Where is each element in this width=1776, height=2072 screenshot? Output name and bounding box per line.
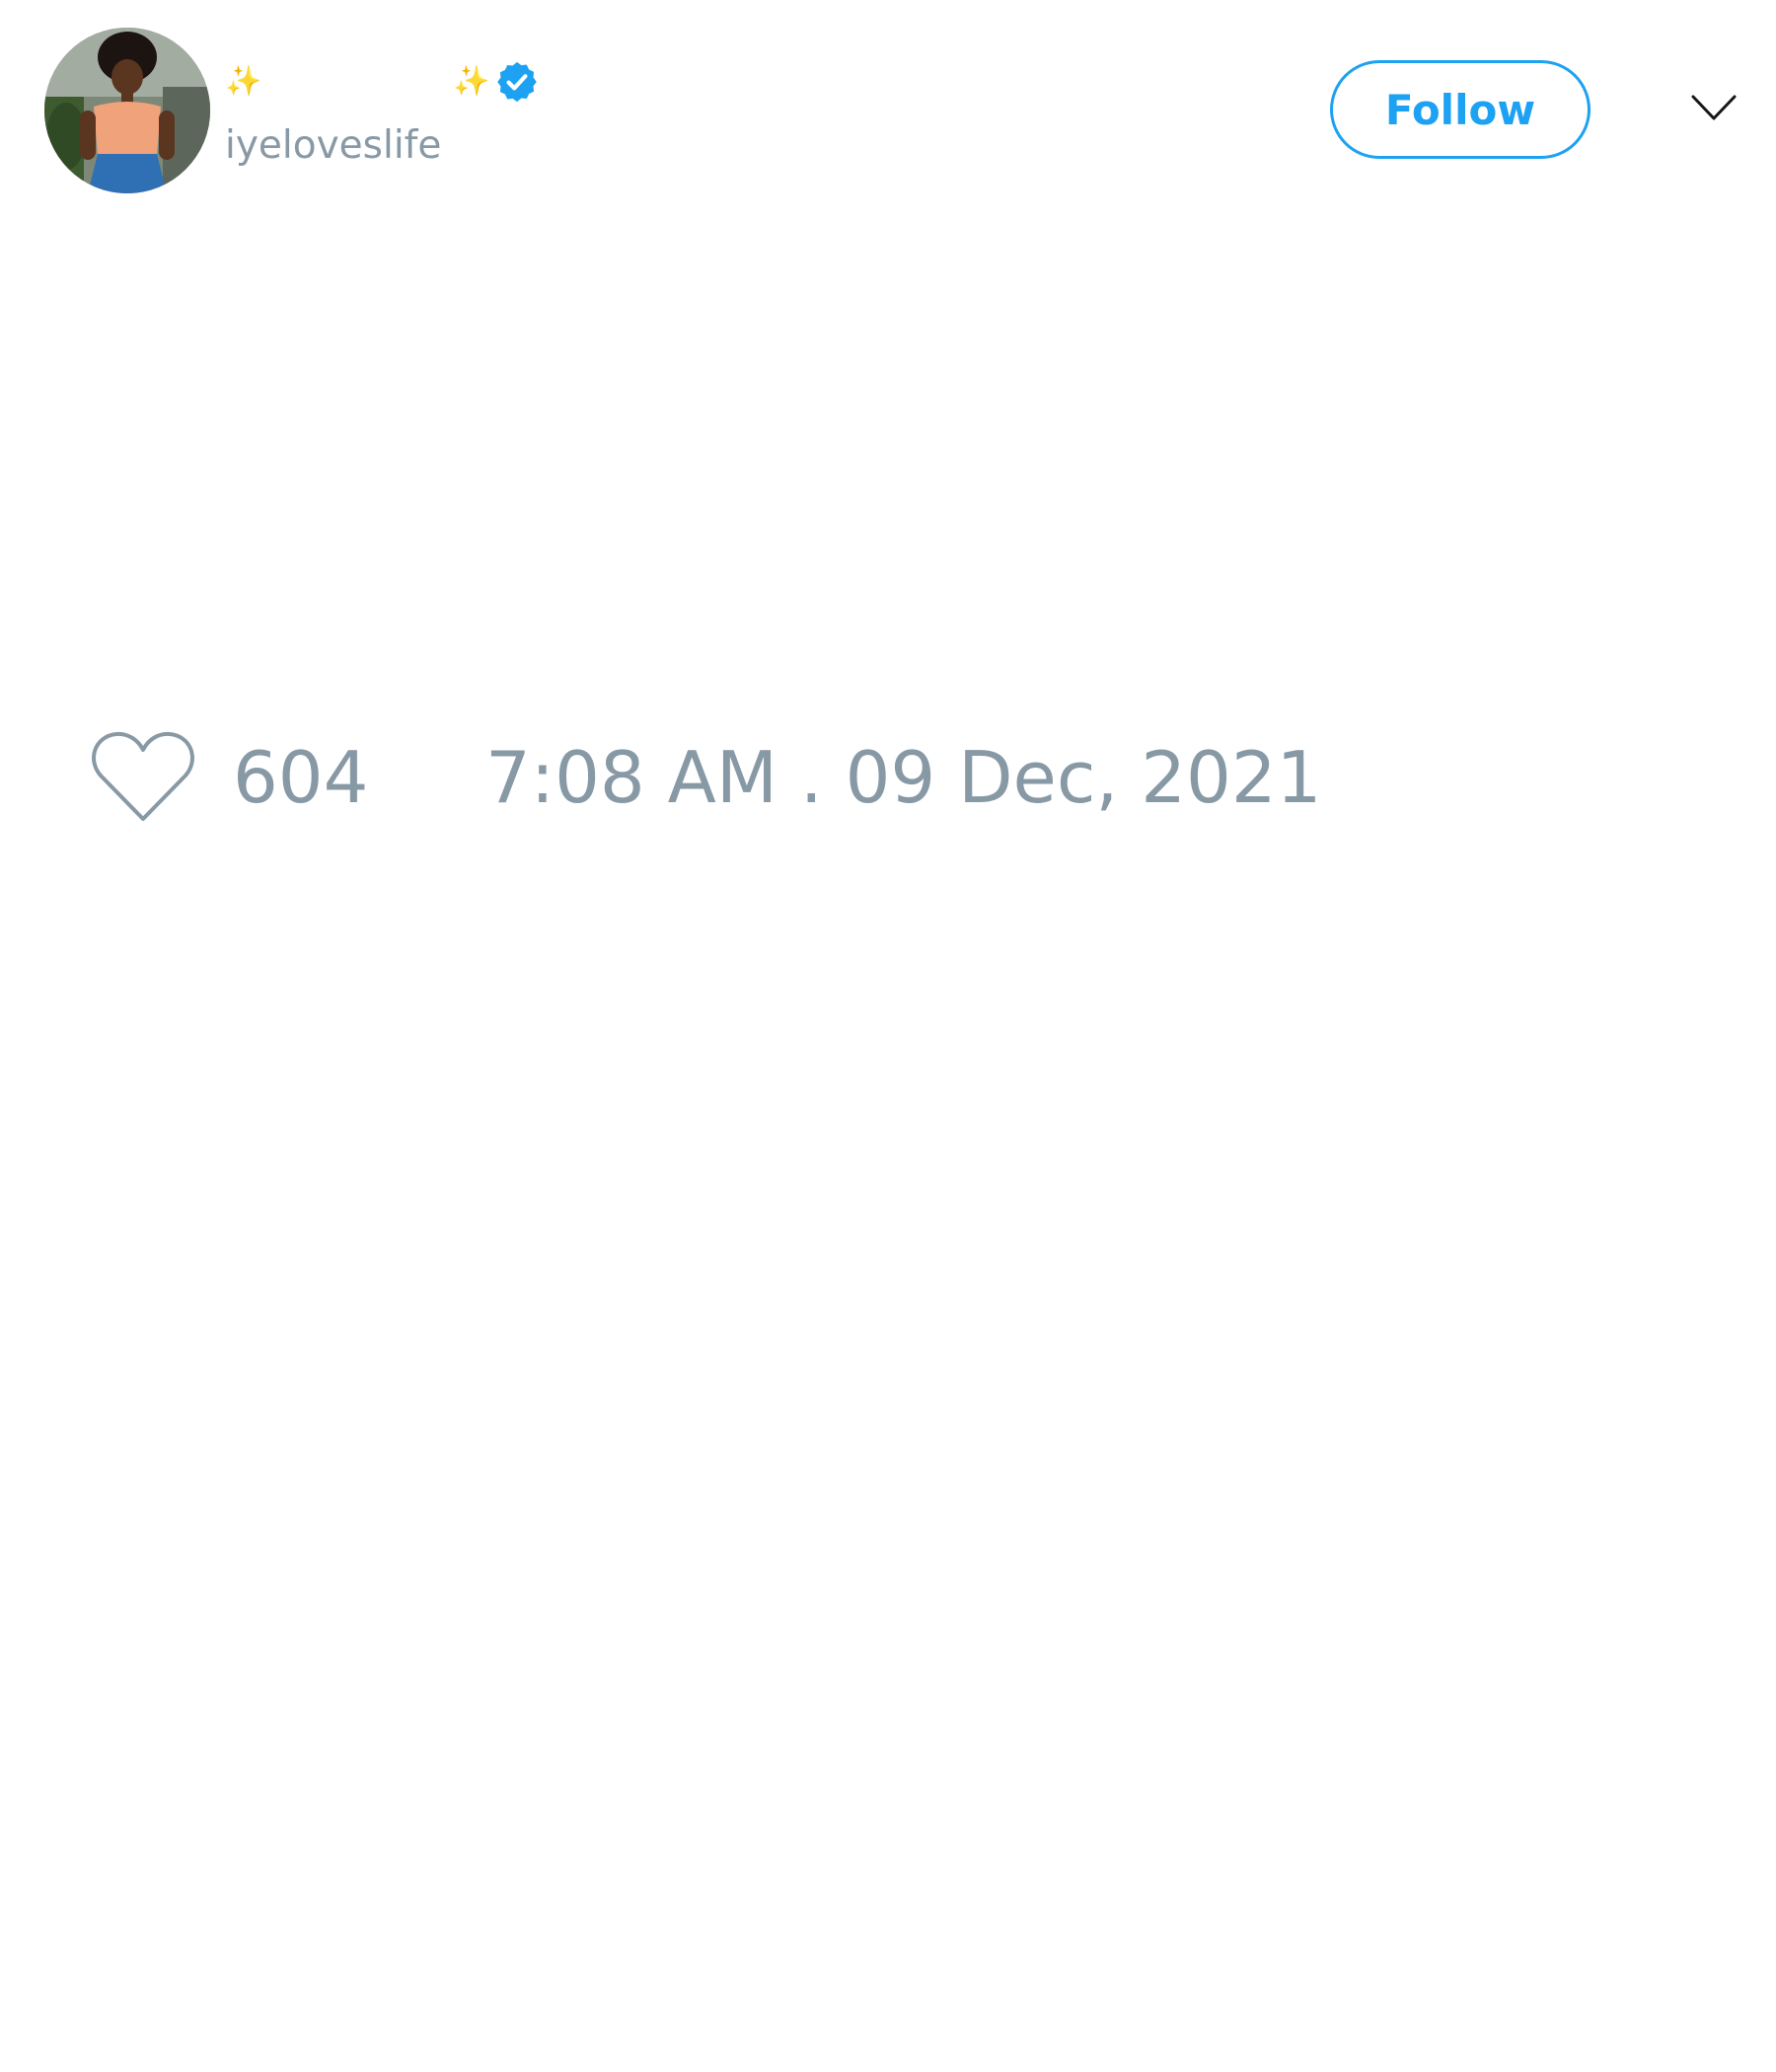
verified-badge-icon xyxy=(496,61,537,103)
tweet-stats: 604 7:08 AM . 09 Dec, 2021 xyxy=(89,728,1321,827)
tweet-timestamp[interactable]: 7:08 AM . 09 Dec, 2021 xyxy=(485,728,1321,827)
follow-button[interactable]: Follow xyxy=(1330,60,1591,159)
sparkles-emoji-right: ✨ xyxy=(453,64,490,99)
display-name[interactable]: ✨ ✨ xyxy=(225,57,540,107)
chevron-down-icon[interactable] xyxy=(1689,89,1739,128)
avatar[interactable] xyxy=(44,28,210,193)
like-count: 604 xyxy=(233,736,369,819)
heart-icon[interactable] xyxy=(89,728,197,827)
tweet-card: ✨ ✨ iyeloveslife Follow 604 7:08 AM . 09… xyxy=(0,0,1776,2072)
user-handle[interactable]: iyeloveslife xyxy=(225,126,441,165)
avatar-photo xyxy=(44,28,210,193)
sparkles-emoji-left: ✨ xyxy=(225,64,262,99)
